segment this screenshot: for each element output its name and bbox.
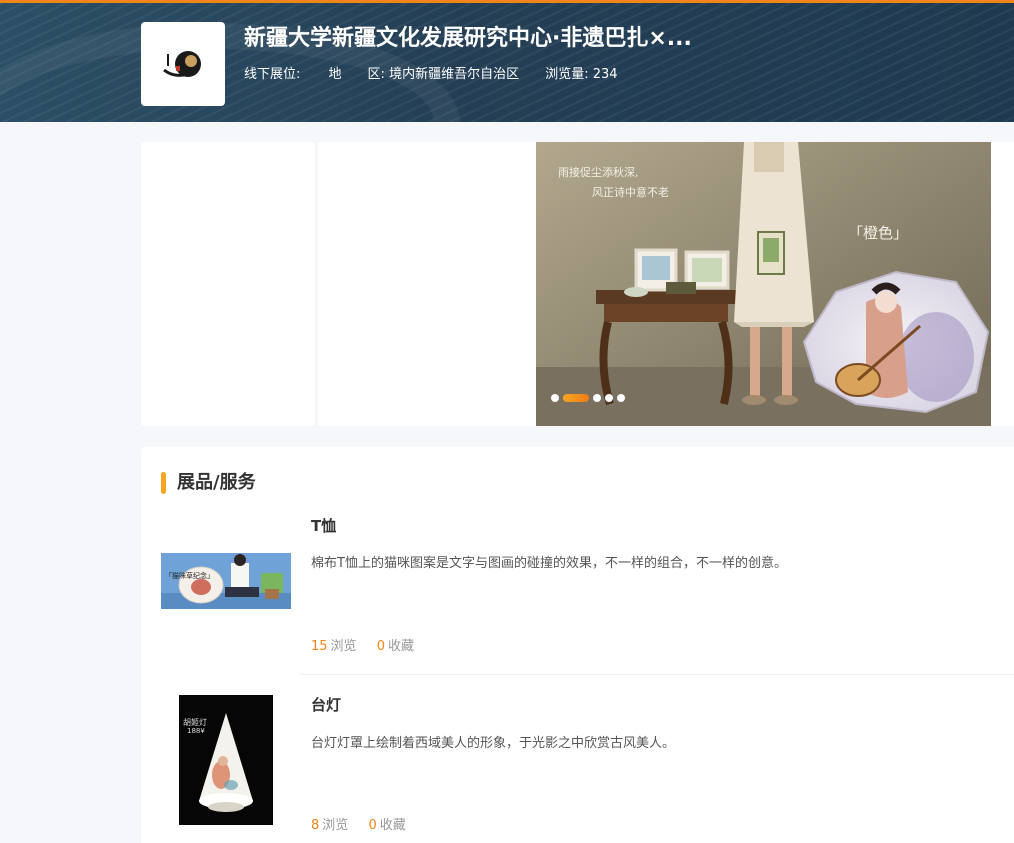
views-count: 8 [311, 818, 320, 833]
carousel-side-panel [141, 142, 315, 426]
tshirt-photo [161, 553, 291, 609]
banner-carousel[interactable]: 雨接促尘添秋深, 风正诗中意不老 「橙色」 [536, 142, 991, 426]
product-name[interactable]: T恤 [311, 515, 336, 536]
lamp-photo [179, 695, 273, 825]
products-section: 展品/服务 「猫咪草纪念」 T恤 棉布T恤上的猫咪图案是文字与图画的碰撞的效果，… [141, 447, 1014, 843]
favorites-label: 收藏 [379, 818, 406, 833]
region-label: 地 区: [328, 67, 385, 82]
carousel-dot[interactable] [593, 394, 601, 402]
product-thumbnail[interactable]: 「猫咪草纪念」 [161, 553, 291, 609]
offline-booth-label: 线下展位: [244, 67, 301, 82]
ink-logo-icon [163, 51, 201, 77]
header-meta: 线下展位: 地 区: 境内新疆维吾尔自治区 浏览量: 234 [244, 65, 618, 85]
thumb-caption: 「猫咪草纪念」 [165, 572, 214, 580]
carousel-dot[interactable] [617, 394, 625, 402]
section-title: 展品/服务 [161, 471, 256, 495]
banner-poem-line1: 雨接促尘添秋深, [558, 165, 639, 179]
favorites-count: 0 [368, 818, 377, 833]
banner-poem-line2: 风正诗中意不老 [592, 185, 669, 199]
carousel-dot[interactable] [551, 394, 559, 402]
product-description: 台灯灯罩上绘制着西域美人的形象，于光影之中欣赏古风美人。 [311, 736, 676, 751]
product-thumbnail[interactable]: 胡姬灯 188¥ [179, 695, 273, 825]
banner-image: 雨接促尘添秋深, 风正诗中意不老 「橙色」 [536, 142, 991, 426]
thumb-price: 188¥ [187, 727, 205, 735]
product-stats: 15 浏览 0 收藏 [311, 635, 430, 654]
views-label: 浏览量: [545, 67, 589, 82]
product-description: 棉布T恤上的猫咪图案是文字与图画的碰撞的效果，不一样的组合，不一样的创意。 [311, 556, 787, 571]
views-label: 浏览 [322, 818, 349, 833]
carousel-indicator [551, 394, 625, 402]
carousel-dot-active[interactable] [563, 394, 589, 402]
favorites-count: 0 [376, 639, 385, 654]
carousel-side-panel-2 [318, 142, 536, 426]
carousel-dot[interactable] [605, 394, 613, 402]
carousel-side-panel-3 [991, 142, 1014, 426]
organization-logo[interactable] [141, 22, 225, 106]
product-item[interactable]: 「猫咪草纪念」 T恤 棉布T恤上的猫咪图案是文字与图画的碰撞的效果，不一样的组合… [141, 507, 1014, 675]
product-stats: 8 浏览 0 收藏 [311, 814, 422, 833]
region-value: 境内新疆维吾尔自治区 [389, 67, 520, 82]
favorites-label: 收藏 [387, 639, 414, 654]
views-label: 浏览 [330, 639, 357, 654]
banner-stamp-text: 「橙色」 [848, 224, 908, 242]
page-header: 新疆大学新疆文化发展研究中心·非遗巴扎×... 线下展位: 地 区: 境内新疆维… [0, 0, 1014, 122]
product-divider [301, 674, 1014, 675]
product-item[interactable]: 胡姬灯 188¥ 台灯 台灯灯罩上绘制着西域美人的形象，于光影之中欣赏古风美人。… [141, 687, 1014, 843]
product-name[interactable]: 台灯 [311, 694, 341, 715]
page-title: 新疆大学新疆文化发展研究中心·非遗巴扎×... [244, 26, 692, 51]
views-value: 234 [592, 67, 618, 82]
views-count: 15 [311, 639, 328, 654]
